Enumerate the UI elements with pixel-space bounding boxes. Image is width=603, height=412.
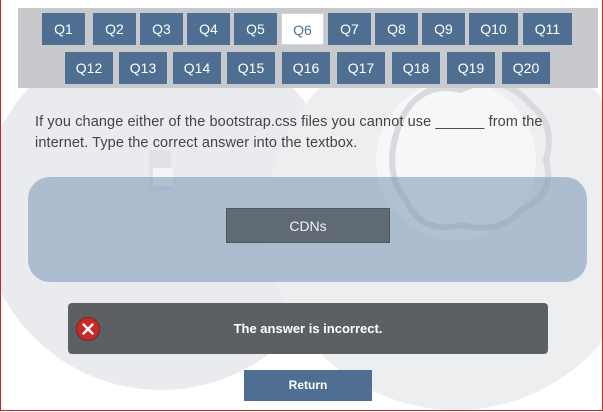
feedback-alert: The answer is incorrect.: [68, 303, 548, 354]
question-button-q9[interactable]: Q9: [422, 13, 465, 45]
feedback-message: The answer is incorrect.: [233, 321, 383, 336]
quiz-window: Q1 Q2 Q3 Q4 Q5 Q6 Q7 Q8 Q9 Q10 Q11 Q12 Q13 Q14 Q15 Q16…: [0, 0, 603, 411]
question-button-q7[interactable]: Q7: [328, 13, 371, 45]
question-button-q5[interactable]: Q5: [234, 13, 277, 45]
question-text: If you change either of the bootstrap.cs…: [35, 114, 543, 151]
answer-input[interactable]: CDNs: [226, 208, 390, 243]
question-button-q12[interactable]: Q12: [65, 52, 113, 84]
question-button-q1[interactable]: Q1: [42, 13, 85, 45]
question-button-q16[interactable]: Q16: [282, 52, 330, 84]
return-button[interactable]: Return: [244, 370, 372, 401]
question-button-q2[interactable]: Q2: [93, 13, 136, 45]
question-button-q10[interactable]: Q10: [469, 13, 518, 45]
question-button-q14[interactable]: Q14: [173, 52, 221, 84]
question-button-q17[interactable]: Q17: [337, 52, 385, 84]
question-button-q20[interactable]: Q20: [502, 52, 550, 84]
question-button-q18[interactable]: Q18: [392, 52, 440, 84]
question-button-q8[interactable]: Q8: [375, 13, 418, 45]
question-button-q11[interactable]: Q11: [523, 13, 572, 45]
question-button-q3[interactable]: Q3: [140, 13, 183, 45]
question-button-q6[interactable]: Q6: [281, 13, 324, 45]
question-button-q15[interactable]: Q15: [227, 52, 275, 84]
question-button-q13[interactable]: Q13: [119, 52, 167, 84]
question-button-q4[interactable]: Q4: [187, 13, 230, 45]
question-button-q19[interactable]: Q19: [447, 52, 495, 84]
